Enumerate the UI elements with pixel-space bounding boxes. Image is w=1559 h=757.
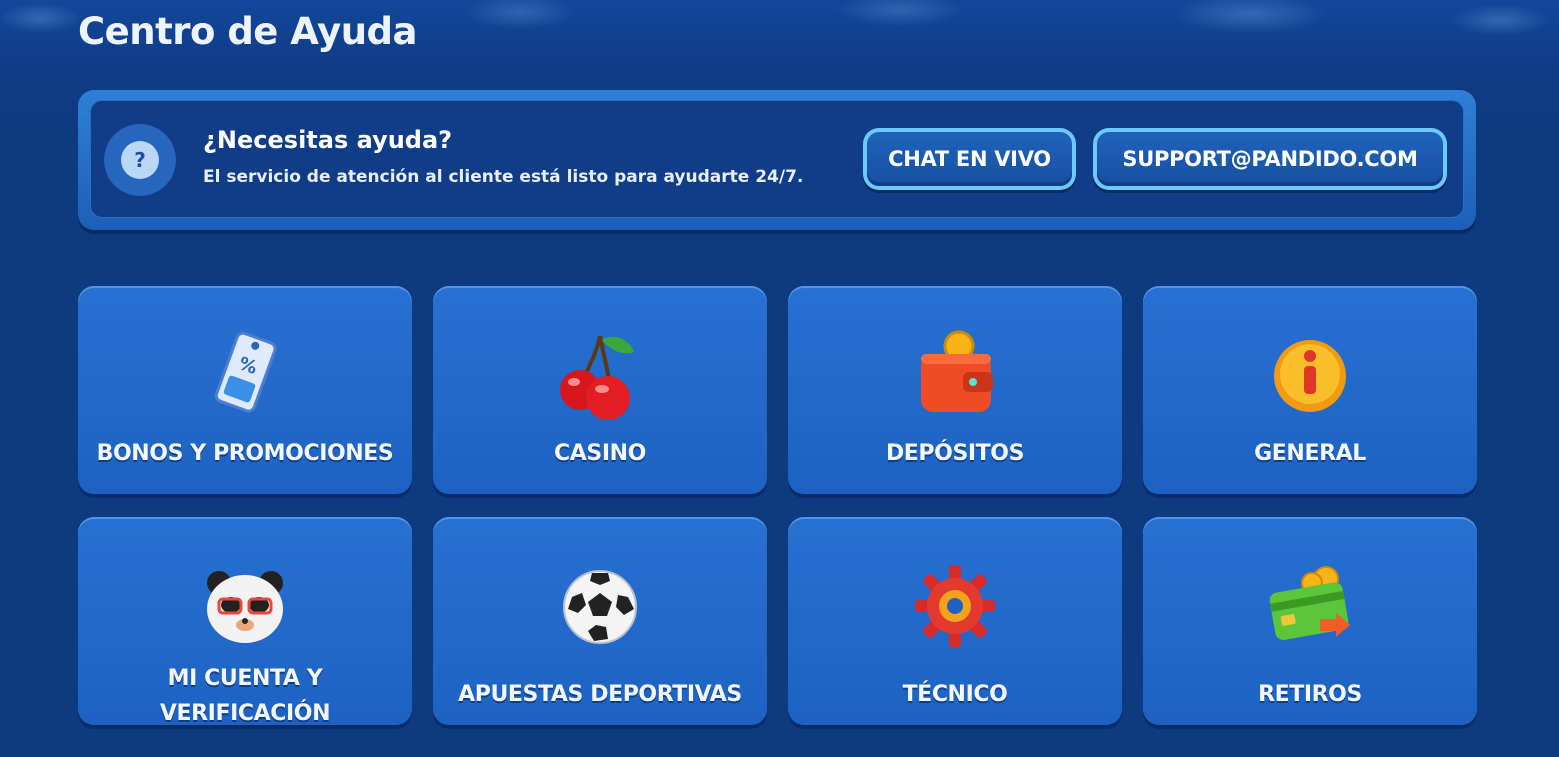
soccer-ball-icon xyxy=(563,570,637,644)
live-chat-button-label: CHAT EN VIVO xyxy=(867,132,1072,186)
card-withdraw-icon xyxy=(1269,566,1350,640)
help-heading: ¿Necesitas ayuda? xyxy=(203,126,453,154)
page-title: Centro de Ayuda xyxy=(78,10,418,53)
category-label: APUESTAS DEPORTIVAS xyxy=(458,682,742,707)
category-label-line1: MI CUENTA Y xyxy=(167,666,323,691)
category-label: GENERAL xyxy=(1254,441,1366,466)
category-card-depositos[interactable]: DEPÓSITOS xyxy=(788,286,1122,494)
category-card-retiros[interactable]: RETIROS xyxy=(1143,517,1477,725)
category-card-bonos[interactable]: % BONOS Y PROMOCIONES xyxy=(78,286,412,494)
panda-icon xyxy=(207,571,283,643)
category-card-mi-cuenta[interactable]: MI CUENTA Y VERIFICACIÓN xyxy=(78,517,412,726)
live-chat-button[interactable]: CHAT EN VIVO xyxy=(863,128,1076,190)
cherries-icon xyxy=(560,335,634,420)
gear-icon xyxy=(915,565,995,647)
category-label: TÉCNICO xyxy=(902,682,1008,707)
category-card-apuestas[interactable]: APUESTAS DEPORTIVAS xyxy=(433,517,767,725)
help-center-page: Centro de Ayuda ? ¿Necesitas ayuda? El s… xyxy=(0,0,1559,757)
category-label: BONOS Y PROMOCIONES xyxy=(96,441,394,466)
category-label: DEPÓSITOS xyxy=(885,441,1025,466)
category-label: RETIROS xyxy=(1258,682,1362,707)
category-card-tecnico[interactable]: TÉCNICO xyxy=(788,517,1122,725)
question-icon: ? xyxy=(104,124,176,196)
wallet-coin-icon xyxy=(921,330,993,412)
category-card-general[interactable]: GENERAL xyxy=(1143,286,1477,494)
help-subtext: El servicio de atención al cliente está … xyxy=(203,167,804,187)
support-email-button[interactable]: SUPPORT@PANDIDO.COM xyxy=(1093,128,1447,190)
info-coin-icon xyxy=(1274,340,1346,412)
support-email-button-label: SUPPORT@PANDIDO.COM xyxy=(1097,132,1443,186)
category-label: CASINO xyxy=(554,441,646,466)
category-label-line2: VERIFICACIÓN xyxy=(159,701,331,726)
category-card-casino[interactable]: CASINO xyxy=(433,286,767,494)
coupon-percent-icon: % xyxy=(214,331,277,413)
